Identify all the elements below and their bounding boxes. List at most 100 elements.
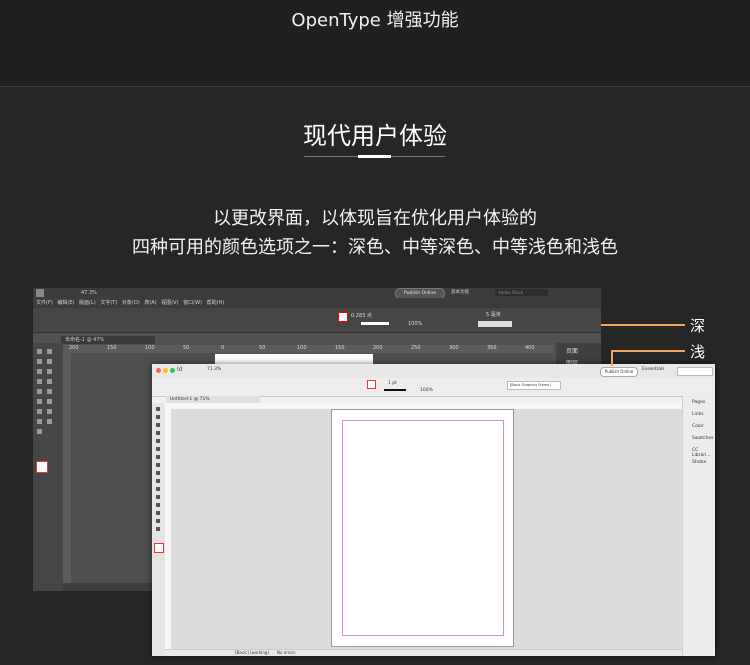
light-workspace-select[interactable]: Essentials [642, 367, 665, 372]
rect-tool-icon[interactable] [47, 389, 52, 394]
menu-item[interactable]: 文字(T) [100, 298, 117, 308]
maximize-icon[interactable] [170, 368, 175, 373]
page-tool-icon[interactable] [37, 359, 42, 364]
title-underline-accent [358, 155, 391, 158]
light-document-tab[interactable]: Untitled-1 @ 71% [166, 396, 260, 403]
rect-tool-icon[interactable] [156, 471, 160, 475]
rect-frame-tool-icon[interactable] [37, 389, 42, 394]
menu-item[interactable]: 对象(O) [122, 298, 140, 308]
ruler-label: 100 [145, 345, 155, 351]
transform-tool-icon[interactable] [156, 487, 160, 491]
dark-app-bar: 47.3% Publish Online 基本功能 Adobe Stock [33, 288, 601, 299]
fill-swatch-icon[interactable] [338, 312, 348, 322]
line-tool-icon[interactable] [47, 369, 52, 374]
zoom-tool-icon[interactable] [37, 429, 42, 434]
dark-callout-label: 深 [690, 317, 706, 335]
note-tool-icon[interactable] [47, 409, 52, 414]
ruler-label: 150 [107, 345, 117, 351]
dark-search-input[interactable]: Adobe Stock [495, 289, 548, 296]
menu-item[interactable]: 版面(L) [79, 298, 96, 308]
dark-scale-value[interactable]: 100% [408, 321, 422, 327]
light-tools-panel [152, 403, 166, 656]
ruler-label: 400 [525, 345, 535, 351]
panel-pages[interactable]: Pages [683, 396, 715, 408]
gradient-tool-icon[interactable] [156, 495, 160, 499]
light-scale-value[interactable]: 100% [420, 388, 433, 393]
direct-select-tool-icon[interactable] [47, 349, 52, 354]
banner-title: OpenType 增强功能 [291, 10, 459, 31]
dark-zoom[interactable]: 47.3% [81, 288, 97, 298]
selection-tool-icon[interactable] [37, 349, 42, 354]
light-stroke-weight[interactable]: 1 pt [388, 381, 397, 386]
pencil-tool-icon[interactable] [156, 455, 160, 459]
eyedropper-tool-icon[interactable] [37, 419, 42, 424]
top-banner: OpenType 增强功能 [0, 0, 750, 86]
menu-item[interactable]: 表(A) [144, 298, 156, 308]
status-style[interactable]: [Basic] (working) [235, 650, 269, 655]
eyedropper-tool-icon[interactable] [156, 511, 160, 515]
transform-tool-icon[interactable] [47, 399, 52, 404]
menu-item[interactable]: 视图(V) [161, 298, 178, 308]
pencil-tool-icon[interactable] [47, 379, 52, 384]
menu-item[interactable]: 帮助(H) [207, 298, 225, 308]
ruler-label: 50 [259, 345, 266, 351]
ruler-label: 100 [297, 345, 307, 351]
rect-frame-tool-icon[interactable] [156, 463, 160, 467]
dark-control-panel: 0.283 点 100% 5 毫米 [33, 308, 601, 333]
line-tool-icon[interactable] [156, 439, 160, 443]
dark-stroke-weight[interactable]: 0.283 点 [351, 312, 372, 319]
panel-cc-libraries[interactable]: CC Librari... [683, 444, 715, 458]
gradient-tool-icon[interactable] [37, 409, 42, 414]
status-errors: No errors [277, 650, 296, 655]
fill-stroke-swatch-icon[interactable] [154, 543, 164, 553]
light-control-panel: 1 pt 100% [Basic Graphics Frame] [152, 378, 715, 397]
description-line-2: 四种可用的颜色选项之一：深色、中等深色、中等浅色和浅色 [132, 237, 618, 258]
menu-item[interactable]: 编辑(E) [57, 298, 74, 308]
light-title-bar: Id 71.3% Publish Online Essentials [152, 364, 715, 379]
light-callout-connector [611, 350, 613, 366]
fill-swatch-icon[interactable] [367, 380, 376, 389]
scissors-tool-icon[interactable] [37, 399, 42, 404]
ruler-label: 200 [373, 345, 383, 351]
selection-tool-icon[interactable] [156, 407, 160, 411]
menu-item[interactable]: 文件(F) [36, 298, 53, 308]
close-icon[interactable] [156, 368, 161, 373]
scissors-tool-icon[interactable] [156, 479, 160, 483]
ruler-label: 50 [183, 345, 190, 351]
page-tool-icon[interactable] [156, 423, 160, 427]
type-tool-icon[interactable] [37, 369, 42, 374]
light-callout-line [611, 350, 685, 352]
ruler-label: 150 [335, 345, 345, 351]
dark-horizontal-ruler: 200 150 100 50 0 50 100 150 200 250 300 … [63, 345, 553, 353]
hand-tool-icon[interactable] [47, 419, 52, 424]
panel-color[interactable]: Color [683, 420, 715, 432]
dark-document-tab[interactable]: 未命名-1 @ 47% [61, 336, 155, 344]
light-frame-style-select[interactable]: [Basic Graphics Frame] [507, 381, 561, 390]
direct-select-tool-icon[interactable] [156, 415, 160, 419]
dark-workspace-select[interactable]: 基本功能 [451, 288, 469, 298]
fill-stroke-swatch-icon[interactable] [36, 461, 48, 473]
stroke-style-preview[interactable] [384, 389, 406, 391]
panel-links[interactable]: Links [683, 408, 715, 420]
light-publish-button[interactable]: Publish Online [600, 367, 638, 377]
pen-tool-icon[interactable] [37, 379, 42, 384]
pen-tool-icon[interactable] [156, 447, 160, 451]
dark-unit-value[interactable]: 5 毫米 [486, 311, 501, 318]
light-zoom[interactable]: 71.3% [207, 367, 221, 372]
type-tool-icon[interactable] [156, 431, 160, 435]
panel-swatches[interactable]: Swatches [683, 432, 715, 444]
dark-tools-panel [33, 343, 63, 591]
minimize-icon[interactable] [163, 368, 168, 373]
panel-pages[interactable]: 页面 [556, 343, 601, 355]
menu-item[interactable]: 窗口(W) [183, 298, 202, 308]
light-search-input[interactable] [677, 367, 713, 376]
hand-tool-icon[interactable] [156, 519, 160, 523]
dark-style-select[interactable] [478, 321, 512, 327]
stroke-style-preview[interactable] [361, 322, 389, 325]
gap-tool-icon[interactable] [47, 359, 52, 364]
ruler-label: 0 [221, 345, 225, 351]
note-tool-icon[interactable] [156, 503, 160, 507]
zoom-tool-icon[interactable] [156, 527, 160, 531]
light-status-bar: [Basic] (working) No errors [165, 649, 682, 656]
section-title: 现代用户体验 [303, 122, 447, 150]
